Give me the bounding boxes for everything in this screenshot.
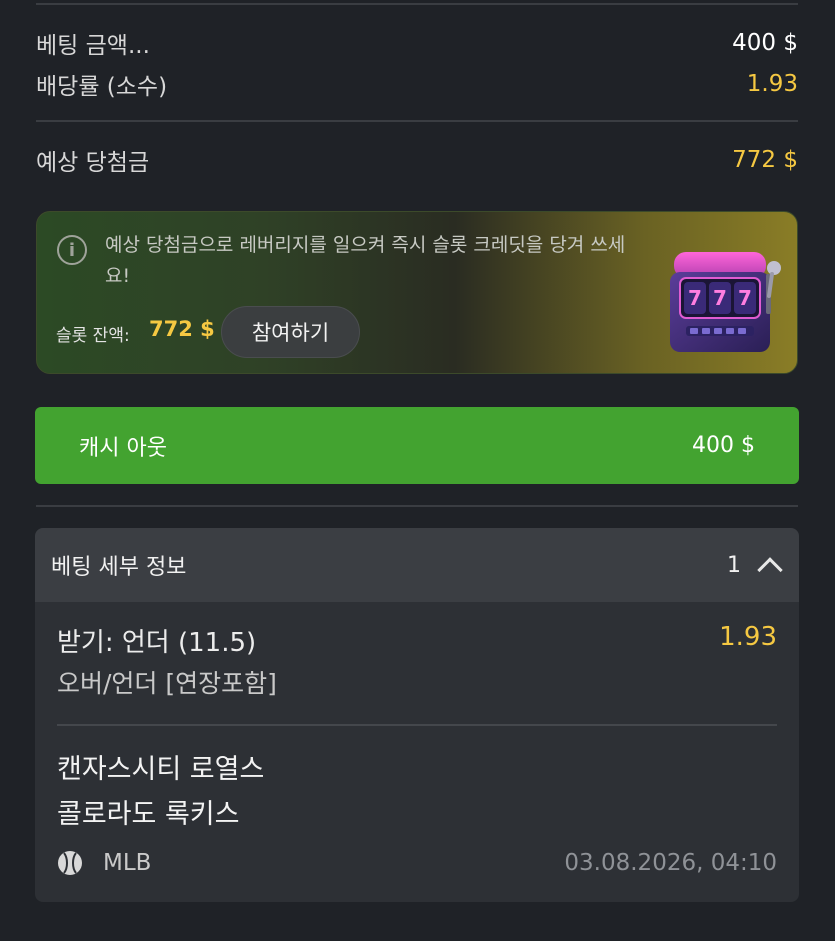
league-label: MLB bbox=[103, 850, 152, 876]
odds-row: 배당률 (소수) 1.93 bbox=[36, 67, 798, 101]
slot-reel-1: 7 bbox=[688, 286, 702, 310]
top-divider bbox=[36, 3, 798, 5]
bet-details-header[interactable]: 베팅 세부 정보 1 bbox=[35, 528, 799, 602]
cashout-divider bbox=[36, 505, 798, 507]
summary-divider bbox=[36, 120, 798, 122]
baseball-icon bbox=[58, 851, 82, 875]
slot-reel-2: 7 bbox=[713, 286, 727, 310]
payout-label: 예상 당첨금 bbox=[36, 150, 150, 176]
payout-value: 772 $ bbox=[732, 147, 798, 173]
bet-details-controls: 1 bbox=[727, 551, 785, 583]
stake-label: 베팅 금액... bbox=[36, 33, 150, 59]
details-divider bbox=[57, 724, 777, 726]
bet-details-body: 받기: 언더 (11.5) 1.93 오버/언더 [연장포함] 캔자스시티 로열… bbox=[35, 602, 799, 902]
odds-value: 1.93 bbox=[746, 71, 798, 97]
slot-promo-banner: i 예상 당첨금으로 레버리지를 일으켜 즉시 슬롯 크레딧을 당겨 쓰세요! … bbox=[36, 211, 798, 374]
payout-row: 예상 당첨금 772 $ bbox=[36, 143, 798, 177]
join-button[interactable]: 참여하기 bbox=[221, 306, 360, 358]
team-away: 콜로라도 록키스 bbox=[57, 799, 240, 830]
stake-value: 400 $ bbox=[732, 30, 798, 56]
info-circle-icon: i bbox=[57, 235, 87, 265]
bet-count: 1 bbox=[727, 552, 741, 578]
cash-out-value: 400 $ bbox=[692, 433, 755, 458]
cash-out-button[interactable]: 캐시 아웃 400 $ bbox=[35, 407, 799, 484]
bet-market: 오버/언더 [연장포함] bbox=[57, 669, 277, 698]
stake-row: 베팅 금액... 400 $ bbox=[36, 26, 798, 60]
promo-text: 예상 당첨금으로 레버리지를 일으켜 즉시 슬롯 크레딧을 당겨 쓰세요! bbox=[105, 234, 626, 287]
slot-balance-label: 슬롯 잔액: bbox=[56, 326, 130, 346]
bet-details-title: 베팅 세부 정보 bbox=[51, 555, 187, 580]
slot-reel-3: 7 bbox=[738, 286, 752, 310]
bet-pick: 받기: 언더 (11.5) bbox=[57, 628, 257, 658]
chevron-up-icon[interactable] bbox=[757, 557, 783, 583]
slot-balance-value: 772 $ bbox=[149, 317, 215, 341]
bet-pick-odds: 1.93 bbox=[719, 622, 777, 652]
team-home: 캔자스시티 로열스 bbox=[57, 754, 265, 785]
event-datetime: 03.08.2026, 04:10 bbox=[564, 850, 777, 876]
odds-label: 배당률 (소수) bbox=[36, 74, 168, 100]
slot-machine-icon: 7 7 7 bbox=[670, 252, 781, 352]
cash-out-label: 캐시 아웃 bbox=[79, 435, 167, 461]
